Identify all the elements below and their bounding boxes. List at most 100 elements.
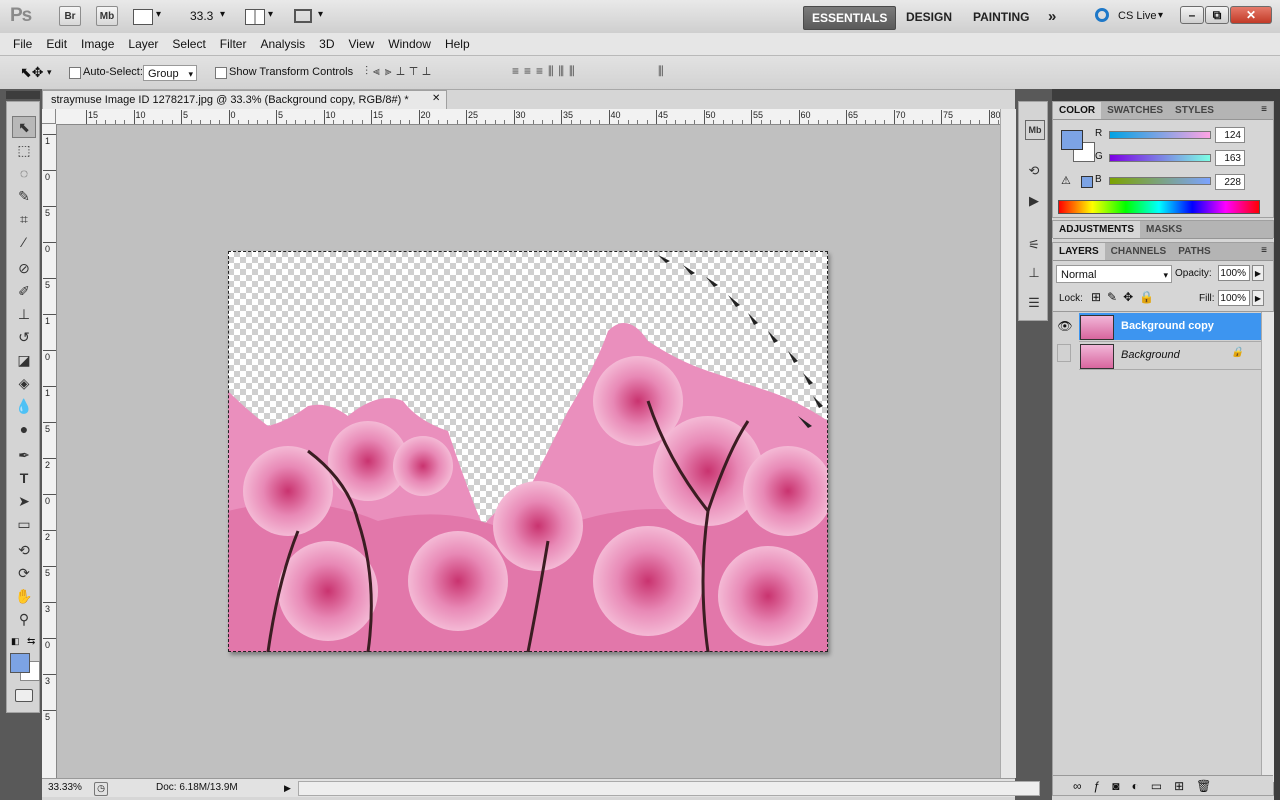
quick-selection-tool-icon[interactable]: ✎ [12,185,36,207]
clone-source-panel-icon[interactable]: ⊥ [1025,264,1043,282]
move-tool-preset-icon[interactable]: ⬉✥ [20,64,43,81]
cs-live-icon[interactable] [1095,8,1109,22]
web-safe-swatch[interactable] [1081,176,1093,188]
align-icons[interactable]: ⫶⫷⫸⊥⊤⊥ [365,64,495,80]
type-tool-icon[interactable]: T [12,467,36,489]
blur-tool-icon[interactable]: 💧 [12,395,36,417]
zoom-level[interactable]: 33.3 [190,9,213,23]
panel-menu-icon[interactable]: ≡ [1261,245,1267,256]
zoom-tool-icon[interactable]: ⚲ [12,608,36,630]
menu-view[interactable]: View [341,33,381,55]
close-button[interactable]: ✕ [1230,6,1272,24]
layer-row-background-copy[interactable]: Background copy [1079,313,1261,340]
3d-rotate-tool-icon[interactable]: ⟲ [12,539,36,561]
tab-color[interactable]: COLOR [1053,102,1102,119]
pen-tool-icon[interactable]: ✒ [12,444,36,466]
menu-select[interactable]: Select [165,33,212,55]
brush-presets-panel-icon[interactable]: ⚟ [1025,236,1043,254]
marquee-tool-icon[interactable]: ⬚ [12,139,36,161]
chevron-down-icon[interactable]: ▾ [220,9,225,20]
zoom-status[interactable]: 33.33% [48,779,82,797]
quick-mask-icon[interactable] [15,689,33,702]
layer-row-background[interactable]: Background 🔒 [1079,341,1261,370]
auto-select-checkbox[interactable] [69,67,81,79]
tab-paths[interactable]: PATHS [1172,243,1216,260]
layers-footer-icons[interactable]: ∞ƒ◙◐▭⊞🗑 [1053,775,1273,795]
minimize-button[interactable]: – [1180,6,1204,24]
view-extras-icon[interactable] [133,9,153,25]
launch-minibridge-button[interactable]: Mb [96,6,118,26]
auto-select-dropdown[interactable]: Group ▾ [143,65,197,81]
restore-button[interactable]: ⧉ [1205,6,1229,24]
tab-channels[interactable]: CHANNELS [1105,243,1173,260]
tools-collapse-bar[interactable] [6,91,40,99]
horizontal-scrollbar[interactable] [298,781,1040,796]
fill-arrow-icon[interactable]: ▶ [1252,290,1264,306]
layers-scrollbar[interactable] [1261,312,1274,782]
show-transform-checkbox[interactable] [215,67,227,79]
menu-layer[interactable]: Layer [121,33,165,55]
fill-value[interactable]: 100% [1218,290,1250,306]
visibility-toggle-empty[interactable] [1057,344,1071,362]
color-spectrum-ramp[interactable] [1058,200,1260,214]
menu-window[interactable]: Window [381,33,438,55]
distribute-icons[interactable]: ≡≡≡⫼⫼⫼ [512,64,642,80]
menu-3d[interactable]: 3D [312,33,341,55]
hand-tool-icon[interactable]: ✋ [12,585,36,607]
tab-adjustments[interactable]: ADJUSTMENTS [1053,221,1141,238]
panel-dock-header[interactable] [1052,89,1280,101]
chevron-down-icon[interactable]: ▾ [318,9,323,20]
red-slider[interactable] [1109,131,1211,139]
close-document-icon[interactable]: ✕ [432,93,440,104]
blue-slider[interactable] [1109,177,1211,185]
vertical-ruler[interactable]: 10505101520253035 [42,124,57,778]
menu-filter[interactable]: Filter [213,33,254,55]
cs-live-menu[interactable]: CS Live [1118,10,1157,22]
green-slider[interactable] [1109,154,1211,162]
panel-menu-icon[interactable]: ≡ [1261,104,1267,115]
document-tab[interactable]: straymuse Image ID 1278217.jpg @ 33.3% (… [42,90,447,109]
eyedropper-tool-icon[interactable]: ⁄ [12,231,36,253]
arrange-documents-icon[interactable] [245,9,265,25]
menu-image[interactable]: Image [74,33,121,55]
crop-tool-icon[interactable]: ⌗ [12,208,36,230]
vertical-scrollbar[interactable] [1000,109,1016,778]
opacity-value[interactable]: 100% [1218,265,1250,281]
blue-value[interactable]: 228 [1215,174,1245,190]
status-menu-arrow-icon[interactable]: ▶ [284,779,291,797]
3d-orbit-tool-icon[interactable]: ⟳ [12,562,36,584]
image-canvas[interactable] [228,251,828,652]
workspace-essentials[interactable]: ESSENTIALS [803,6,897,30]
path-selection-tool-icon[interactable]: ➤ [12,490,36,512]
paint-bucket-tool-icon[interactable]: ◈ [12,372,36,394]
status-info-icon[interactable]: ◷ [94,782,108,796]
clone-stamp-tool-icon[interactable]: ⊥ [12,303,36,325]
workspace-design[interactable]: DESIGN [898,6,960,28]
tab-masks[interactable]: MASKS [1140,221,1188,238]
brush-tool-icon[interactable]: ✐ [12,280,36,302]
more-workspaces-button[interactable]: » [1040,6,1064,28]
healing-brush-tool-icon[interactable]: ⊘ [12,257,36,279]
tab-layers[interactable]: LAYERS [1053,243,1105,260]
menu-help[interactable]: Help [438,33,477,55]
auto-align-icon[interactable]: ⫼ [658,64,664,79]
dodge-tool-icon[interactable]: ● [12,418,36,440]
tab-styles[interactable]: STYLES [1169,102,1220,119]
chevron-down-icon[interactable]: ▾ [156,9,161,20]
tool-presets-panel-icon[interactable]: ☰ [1025,294,1043,312]
history-panel-icon[interactable]: ⟲ [1025,162,1043,180]
menu-edit[interactable]: Edit [39,33,74,55]
red-value[interactable]: 124 [1215,127,1245,143]
foreground-color-swatch[interactable] [1061,130,1083,150]
lasso-tool-icon[interactable]: ◌ [12,162,36,184]
history-brush-tool-icon[interactable]: ↺ [12,326,36,348]
move-tool-icon[interactable]: ⬉ [12,116,36,138]
gamut-warning-icon[interactable]: ⚠ [1061,174,1071,187]
rectangle-tool-icon[interactable]: ▭ [12,513,36,535]
lock-icons[interactable]: ⊞✎✥🔒 [1091,290,1160,304]
chevron-down-icon[interactable]: ▾ [268,9,273,20]
blend-mode-dropdown[interactable]: Normal ▾ [1056,265,1172,283]
minibridge-panel-icon[interactable]: Mb [1025,120,1045,140]
tab-swatches[interactable]: SWATCHES [1101,102,1169,119]
swap-colors-icon[interactable]: ⇆ [27,636,35,647]
